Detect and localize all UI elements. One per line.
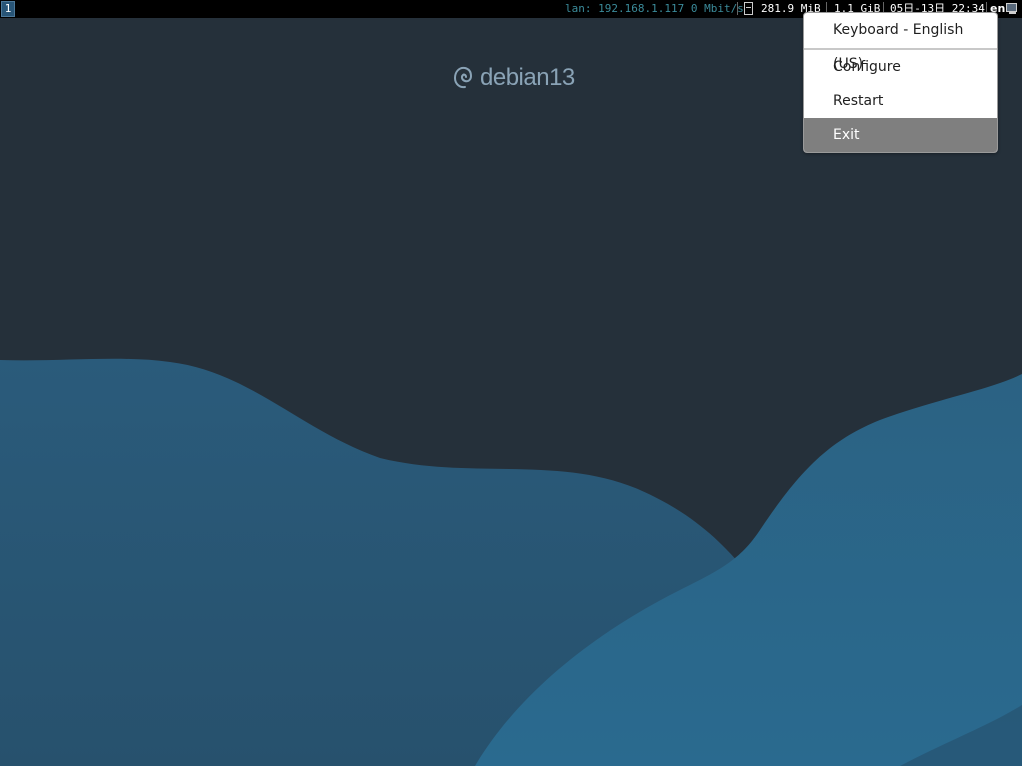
status-separator [737,2,738,15]
keyboard-context-menu: Keyboard - English (US) Configure Restar… [803,12,998,153]
monitor-screen [1006,3,1017,12]
debian-wordmark: debian13 [480,64,575,91]
menu-item-restart[interactable]: Restart [804,84,997,118]
debian-swirl-icon [453,66,473,89]
disk-icon [744,2,753,15]
workspace-button-1[interactable]: 1 [1,1,15,17]
network-status: lan: 192.168.1.117 0 Mbit/s [565,2,744,15]
menu-item-configure[interactable]: Configure [804,50,997,84]
monitor-icon[interactable] [1006,3,1019,15]
menu-header-keyboard-layout[interactable]: Keyboard - English (US) [804,13,997,72]
desktop: debian13 1 lan: 192.168.1.117 0 Mbit/s 2… [0,0,1022,766]
monitor-stand [1009,12,1016,14]
menu-item-exit[interactable]: Exit [804,118,997,152]
